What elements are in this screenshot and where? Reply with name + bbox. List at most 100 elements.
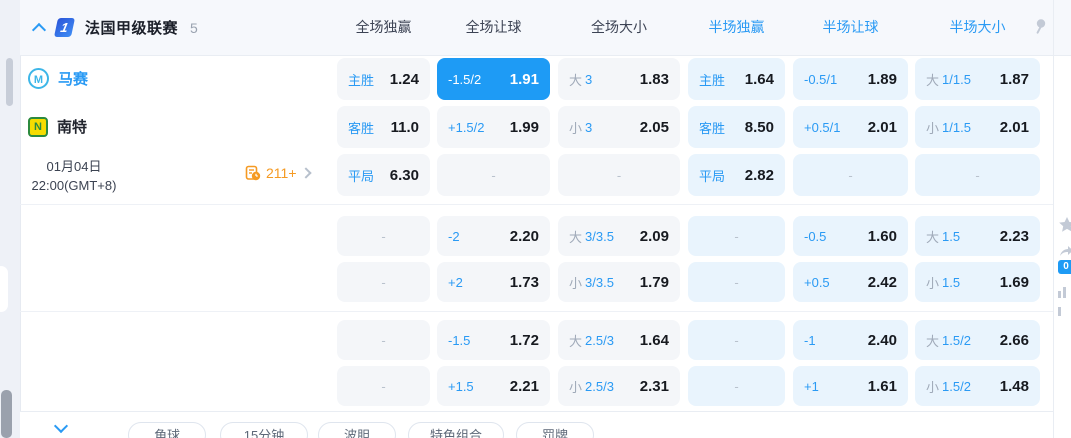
odds-cell[interactable]: 小1/1.52.01 xyxy=(915,106,1040,148)
odds-cell[interactable]: +1.5/21.99 xyxy=(437,106,550,148)
odds-cell[interactable]: 大2.5/31.64 xyxy=(558,320,680,360)
odds-cell[interactable]: 小2.5/32.31 xyxy=(558,366,680,406)
column-header-half-4[interactable]: 半场让球 xyxy=(793,0,908,55)
home-team-row[interactable]: M 马赛 xyxy=(28,68,88,89)
odds-cell[interactable]: +0.5/12.01 xyxy=(793,106,908,148)
collapse-chevron-up-icon[interactable] xyxy=(32,22,46,36)
odds-cell[interactable]: 大1.52.23 xyxy=(915,216,1040,256)
home-team-name: 马赛 xyxy=(58,68,88,89)
odds-cell[interactable]: -0.5/11.89 xyxy=(793,58,908,100)
match-datetime: 01月04日 22:00(GMT+8) xyxy=(20,157,128,195)
odds-cell[interactable]: -12.40 xyxy=(793,320,908,360)
column-header-full-1[interactable]: 全场让球 xyxy=(437,0,550,55)
scrollbar-thumb[interactable] xyxy=(6,58,13,106)
column-header-full-0[interactable]: 全场独赢 xyxy=(337,0,430,55)
odds-cell[interactable]: - xyxy=(793,154,908,196)
odds-cell[interactable]: - xyxy=(688,366,785,406)
odds-cell[interactable]: -1.5/21.91 xyxy=(437,58,550,100)
odds-cell[interactable]: - xyxy=(337,216,430,256)
odds-cell[interactable]: 大1/1.5 1.87 xyxy=(915,58,1040,100)
odds-cell[interactable]: - xyxy=(437,154,550,196)
odds-cell[interactable]: - xyxy=(688,216,785,256)
more-markets-link[interactable]: 211+ xyxy=(245,165,310,181)
odds-cell[interactable]: 平局2.82 xyxy=(688,154,785,196)
odds-cell[interactable]: 平局6.30 xyxy=(337,154,430,196)
stats-bars-icon[interactable] xyxy=(1058,280,1071,316)
share-icon[interactable] xyxy=(1058,244,1071,258)
over-under-line: 1/1.5 xyxy=(942,72,971,87)
market-tab-4[interactable]: 罚牌 xyxy=(516,422,594,438)
odds-cell[interactable]: +21.73 xyxy=(437,262,550,302)
odds-cell[interactable]: 小3/3.51.79 xyxy=(558,262,680,302)
column-header-half-3[interactable]: 半场独赢 xyxy=(688,0,785,55)
odds-cell[interactable]: 小1.5/21.48 xyxy=(915,366,1040,406)
star-icon[interactable] xyxy=(1058,216,1071,233)
odds-cell[interactable]: 客胜11.0 xyxy=(337,106,430,148)
nantes-logo-icon: N xyxy=(28,117,48,137)
away-team-row[interactable]: N 南特 xyxy=(28,116,87,137)
odds-cell[interactable]: -1.51.72 xyxy=(437,320,550,360)
odds-cell[interactable]: +11.61 xyxy=(793,366,908,406)
empty-odds-dash: - xyxy=(348,275,419,290)
ligue1-logo-icon: 1 xyxy=(54,18,75,37)
odds-cell[interactable]: - xyxy=(915,154,1040,196)
over-under-prefix: 大 xyxy=(926,70,939,89)
over-under-line: 1.5/2 xyxy=(942,333,971,348)
odds-cell[interactable]: 大31.83 xyxy=(558,58,680,100)
odds-cell[interactable]: 大1.5/22.66 xyxy=(915,320,1040,360)
odds-cell[interactable]: -22.20 xyxy=(437,216,550,256)
odds-cell[interactable]: 大3/3.52.09 xyxy=(558,216,680,256)
empty-odds-dash: - xyxy=(699,333,774,348)
odds-row: -+1.52.21小2.5/32.31-+11.61小1.5/21.48 xyxy=(337,366,1040,406)
odds-value: 1.69 xyxy=(1000,274,1029,291)
market-tab-2[interactable]: 波胆 xyxy=(318,422,396,438)
odds-cell[interactable]: +1.52.21 xyxy=(437,366,550,406)
odds-cell[interactable]: - xyxy=(337,320,430,360)
over-under-prefix: 小 xyxy=(926,118,939,137)
odds-value: 2.23 xyxy=(1000,228,1029,245)
odds-cell[interactable]: 主胜1.24 xyxy=(337,58,430,100)
odds-cell[interactable]: 小1.51.69 xyxy=(915,262,1040,302)
over-under-prefix: 小 xyxy=(569,273,582,292)
odds-cell[interactable]: 小32.05 xyxy=(558,106,680,148)
outcome-label: 平局 xyxy=(348,166,374,185)
handicap-line: -0.5/1 xyxy=(804,72,837,87)
over-under-prefix: 小 xyxy=(926,377,939,396)
odds-cell[interactable]: 客胜8.50 xyxy=(688,106,785,148)
odds-cell[interactable]: - xyxy=(337,262,430,302)
league-header: 1 法国甲级联赛 5 全场独赢全场让球全场大小半场独赢半场让球半场大小 xyxy=(20,0,1071,56)
odds-value: 2.09 xyxy=(640,228,669,245)
odds-value: 1.64 xyxy=(745,71,774,88)
odds-value: 1.72 xyxy=(510,332,539,349)
odds-cell[interactable]: +0.52.42 xyxy=(793,262,908,302)
over-under-line: 2.5/3 xyxy=(585,333,614,348)
over-under-line: 3/3.5 xyxy=(585,229,614,244)
odds-value: 1.87 xyxy=(1000,71,1029,88)
odds-cell[interactable]: - xyxy=(688,320,785,360)
handicap-line: +0.5/1 xyxy=(804,120,841,135)
market-tab-3[interactable]: 特色组合 xyxy=(408,422,504,438)
over-under-prefix: 大 xyxy=(569,331,582,350)
odds-cell[interactable]: -0.51.60 xyxy=(793,216,908,256)
handicap-line: +2 xyxy=(448,275,463,290)
over-under-prefix: 大 xyxy=(926,331,939,350)
divider xyxy=(20,311,1053,312)
column-header-half-5[interactable]: 半场大小 xyxy=(915,0,1040,55)
match-date: 01月04日 xyxy=(20,157,128,176)
odds-cell[interactable]: - xyxy=(337,366,430,406)
odds-cell[interactable]: - xyxy=(558,154,680,196)
over-under-prefix: 大 xyxy=(926,227,939,246)
pin-icon[interactable] xyxy=(1032,18,1048,36)
counter-badge[interactable]: 0 xyxy=(1058,260,1071,274)
odds-cell[interactable]: - xyxy=(688,262,785,302)
collapse-chevron-down-icon[interactable] xyxy=(54,419,68,433)
column-header-full-2[interactable]: 全场大小 xyxy=(558,0,680,55)
away-team-name: 南特 xyxy=(57,116,87,137)
market-tab-0[interactable]: 角球 xyxy=(128,422,206,438)
odds-value: 2.42 xyxy=(868,274,897,291)
scrollbar-thumb-dark[interactable] xyxy=(1,390,12,438)
market-tab-1[interactable]: 15分钟 xyxy=(220,422,308,438)
odds-value: 2.21 xyxy=(510,378,539,395)
odds-cell[interactable]: 主胜1.64 xyxy=(688,58,785,100)
outcome-label: 客胜 xyxy=(699,118,725,137)
